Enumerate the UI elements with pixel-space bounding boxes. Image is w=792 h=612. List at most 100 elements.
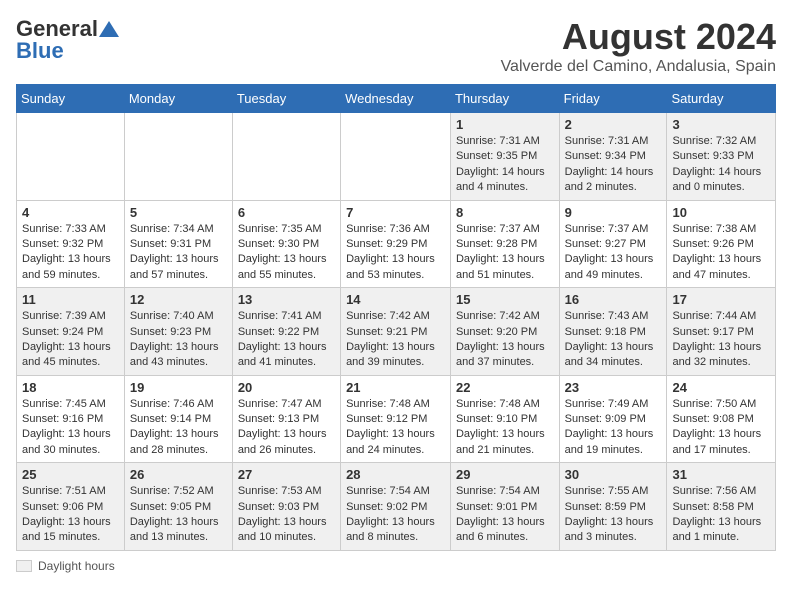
table-row: 22Sunrise: 7:48 AM Sunset: 9:10 PM Dayli… xyxy=(450,375,559,463)
day-number: 18 xyxy=(22,380,119,395)
day-number: 1 xyxy=(456,117,554,132)
day-number: 6 xyxy=(238,205,335,220)
table-row: 11 Sunrise: 7:39 AM Sunset: 9:24 PM Dayli… xyxy=(17,288,125,376)
day-info: Sunrise: 7:55 AM Sunset: 8:59 PM Dayligh… xyxy=(565,484,662,546)
day-number: 22 xyxy=(456,380,554,395)
day-info: Sunrise: 7:32 AM Sunset: 9:33 PM Dayligh… xyxy=(672,134,770,196)
day-number: 9 xyxy=(565,205,662,220)
day-number: 29 xyxy=(456,467,554,482)
table-row: 14Sunrise: 7:42 AM Sunset: 9:21 PM Dayli… xyxy=(341,288,451,376)
table-row: 17Sunrise: 7:44 AM Sunset: 9:17 PM Dayli… xyxy=(667,288,776,376)
logo: General Blue xyxy=(16,16,120,64)
table-row: 21 Sunrise: 7:48 AM Sunset: 9:12 PM Dayli… xyxy=(341,375,451,463)
table-row: 19Sunrise: 7:46 AM Sunset: 9:14 PM Dayli… xyxy=(124,375,232,463)
col-wednesday: Wednesday xyxy=(341,85,451,113)
day-info: Sunrise: 7:35 AM Sunset: 9:30 PM Dayligh… xyxy=(238,222,335,284)
calendar-week-row: 1 Sunrise: 7:31 AM Sunset: 9:35 PM Daylig… xyxy=(17,113,776,201)
col-thursday: Thursday xyxy=(450,85,559,113)
day-info: Sunrise: 7:42 AM Sunset: 9:20 PM Dayligh… xyxy=(456,309,554,371)
day-number: 15 xyxy=(456,292,554,307)
table-row: 27 Sunrise: 7:53 AM Sunset: 9:03 PM Dayli… xyxy=(232,463,340,551)
logo-blue: Blue xyxy=(16,38,64,64)
day-info: Sunrise: 7:39 AM Sunset: 9:24 PM Dayligh… xyxy=(22,309,119,371)
day-info: Sunrise: 7:37 AM Sunset: 9:28 PM Dayligh… xyxy=(456,222,554,284)
header: General Blue August 2024 Valverde del Ca… xyxy=(16,16,776,76)
table-row: 6 Sunrise: 7:35 AM Sunset: 9:30 PM Daylig… xyxy=(232,200,340,288)
daylight-color-box xyxy=(16,560,32,572)
day-info: Sunrise: 7:47 AM Sunset: 9:13 PM Dayligh… xyxy=(238,397,335,459)
day-number: 10 xyxy=(672,205,770,220)
table-row: 8Sunrise: 7:37 AM Sunset: 9:28 PM Daylig… xyxy=(450,200,559,288)
calendar-week-row: 25 Sunrise: 7:51 AM Sunset: 9:06 PM Dayli… xyxy=(17,463,776,551)
day-number: 20 xyxy=(238,380,335,395)
table-row xyxy=(124,113,232,201)
table-row: 20 Sunrise: 7:47 AM Sunset: 9:13 PM Dayli… xyxy=(232,375,340,463)
col-saturday: Saturday xyxy=(667,85,776,113)
day-number: 16 xyxy=(565,292,662,307)
table-row: 13Sunrise: 7:41 AM Sunset: 9:22 PM Dayli… xyxy=(232,288,340,376)
col-friday: Friday xyxy=(559,85,667,113)
col-tuesday: Tuesday xyxy=(232,85,340,113)
calendar-header-row: Sunday Monday Tuesday Wednesday Thursday… xyxy=(17,85,776,113)
table-row: 31 Sunrise: 7:56 AM Sunset: 8:58 PM Dayli… xyxy=(667,463,776,551)
day-info: Sunrise: 7:51 AM Sunset: 9:06 PM Dayligh… xyxy=(22,484,119,546)
day-info: Sunrise: 7:44 AM Sunset: 9:17 PM Dayligh… xyxy=(672,309,770,371)
day-number: 2 xyxy=(565,117,662,132)
day-number: 24 xyxy=(672,380,770,395)
day-info: Sunrise: 7:37 AM Sunset: 9:27 PM Dayligh… xyxy=(565,222,662,284)
table-row: 18 Sunrise: 7:45 AM Sunset: 9:16 PM Dayli… xyxy=(17,375,125,463)
day-info: Sunrise: 7:42 AM Sunset: 9:21 PM Dayligh… xyxy=(346,309,445,371)
day-number: 31 xyxy=(672,467,770,482)
day-info: Sunrise: 7:41 AM Sunset: 9:22 PM Dayligh… xyxy=(238,309,335,371)
day-number: 19 xyxy=(130,380,227,395)
table-row: 7 Sunrise: 7:36 AM Sunset: 9:29 PM Daylig… xyxy=(341,200,451,288)
day-info: Sunrise: 7:36 AM Sunset: 9:29 PM Dayligh… xyxy=(346,222,445,284)
day-number: 7 xyxy=(346,205,445,220)
day-info: Sunrise: 7:49 AM Sunset: 9:09 PM Dayligh… xyxy=(565,397,662,459)
day-info: Sunrise: 7:52 AM Sunset: 9:05 PM Dayligh… xyxy=(130,484,227,546)
table-row: 28 Sunrise: 7:54 AM Sunset: 9:02 PM Dayli… xyxy=(341,463,451,551)
table-row: 23 Sunrise: 7:49 AM Sunset: 9:09 PM Dayli… xyxy=(559,375,667,463)
day-info: Sunrise: 7:45 AM Sunset: 9:16 PM Dayligh… xyxy=(22,397,119,459)
table-row xyxy=(17,113,125,201)
footer-note: Daylight hours xyxy=(16,559,776,573)
day-number: 28 xyxy=(346,467,445,482)
calendar-week-row: 18 Sunrise: 7:45 AM Sunset: 9:16 PM Dayli… xyxy=(17,375,776,463)
day-number: 25 xyxy=(22,467,119,482)
table-row: 25 Sunrise: 7:51 AM Sunset: 9:06 PM Dayli… xyxy=(17,463,125,551)
calendar-week-row: 11 Sunrise: 7:39 AM Sunset: 9:24 PM Dayli… xyxy=(17,288,776,376)
day-number: 21 xyxy=(346,380,445,395)
table-row: 16 Sunrise: 7:43 AM Sunset: 9:18 PM Dayli… xyxy=(559,288,667,376)
day-info: Sunrise: 7:43 AM Sunset: 9:18 PM Dayligh… xyxy=(565,309,662,371)
table-row xyxy=(341,113,451,201)
day-info: Sunrise: 7:48 AM Sunset: 9:12 PM Dayligh… xyxy=(346,397,445,459)
table-row: 10 Sunrise: 7:38 AM Sunset: 9:26 PM Dayli… xyxy=(667,200,776,288)
table-row xyxy=(232,113,340,201)
day-info: Sunrise: 7:34 AM Sunset: 9:31 PM Dayligh… xyxy=(130,222,227,284)
calendar-week-row: 4Sunrise: 7:33 AM Sunset: 9:32 PM Daylig… xyxy=(17,200,776,288)
table-row: 9 Sunrise: 7:37 AM Sunset: 9:27 PM Daylig… xyxy=(559,200,667,288)
day-info: Sunrise: 7:54 AM Sunset: 9:01 PM Dayligh… xyxy=(456,484,554,546)
day-number: 27 xyxy=(238,467,335,482)
table-row: 4Sunrise: 7:33 AM Sunset: 9:32 PM Daylig… xyxy=(17,200,125,288)
day-info: Sunrise: 7:38 AM Sunset: 9:26 PM Dayligh… xyxy=(672,222,770,284)
table-row: 12Sunrise: 7:40 AM Sunset: 9:23 PM Dayli… xyxy=(124,288,232,376)
title-area: August 2024 Valverde del Camino, Andalus… xyxy=(501,16,776,76)
table-row: 3Sunrise: 7:32 AM Sunset: 9:33 PM Daylig… xyxy=(667,113,776,201)
calendar-table: Sunday Monday Tuesday Wednesday Thursday… xyxy=(16,84,776,551)
day-info: Sunrise: 7:31 AM Sunset: 9:35 PM Dayligh… xyxy=(456,134,554,196)
day-info: Sunrise: 7:53 AM Sunset: 9:03 PM Dayligh… xyxy=(238,484,335,546)
day-number: 11 xyxy=(22,292,119,307)
col-monday: Monday xyxy=(124,85,232,113)
table-row: 26 Sunrise: 7:52 AM Sunset: 9:05 PM Dayli… xyxy=(124,463,232,551)
day-info: Sunrise: 7:31 AM Sunset: 9:34 PM Dayligh… xyxy=(565,134,662,196)
day-info: Sunrise: 7:50 AM Sunset: 9:08 PM Dayligh… xyxy=(672,397,770,459)
table-row: 2 Sunrise: 7:31 AM Sunset: 9:34 PM Daylig… xyxy=(559,113,667,201)
day-info: Sunrise: 7:54 AM Sunset: 9:02 PM Dayligh… xyxy=(346,484,445,546)
day-number: 23 xyxy=(565,380,662,395)
table-row: 1 Sunrise: 7:31 AM Sunset: 9:35 PM Daylig… xyxy=(450,113,559,201)
day-number: 26 xyxy=(130,467,227,482)
day-info: Sunrise: 7:56 AM Sunset: 8:58 PM Dayligh… xyxy=(672,484,770,546)
day-info: Sunrise: 7:40 AM Sunset: 9:23 PM Dayligh… xyxy=(130,309,227,371)
month-title: August 2024 xyxy=(501,16,776,58)
